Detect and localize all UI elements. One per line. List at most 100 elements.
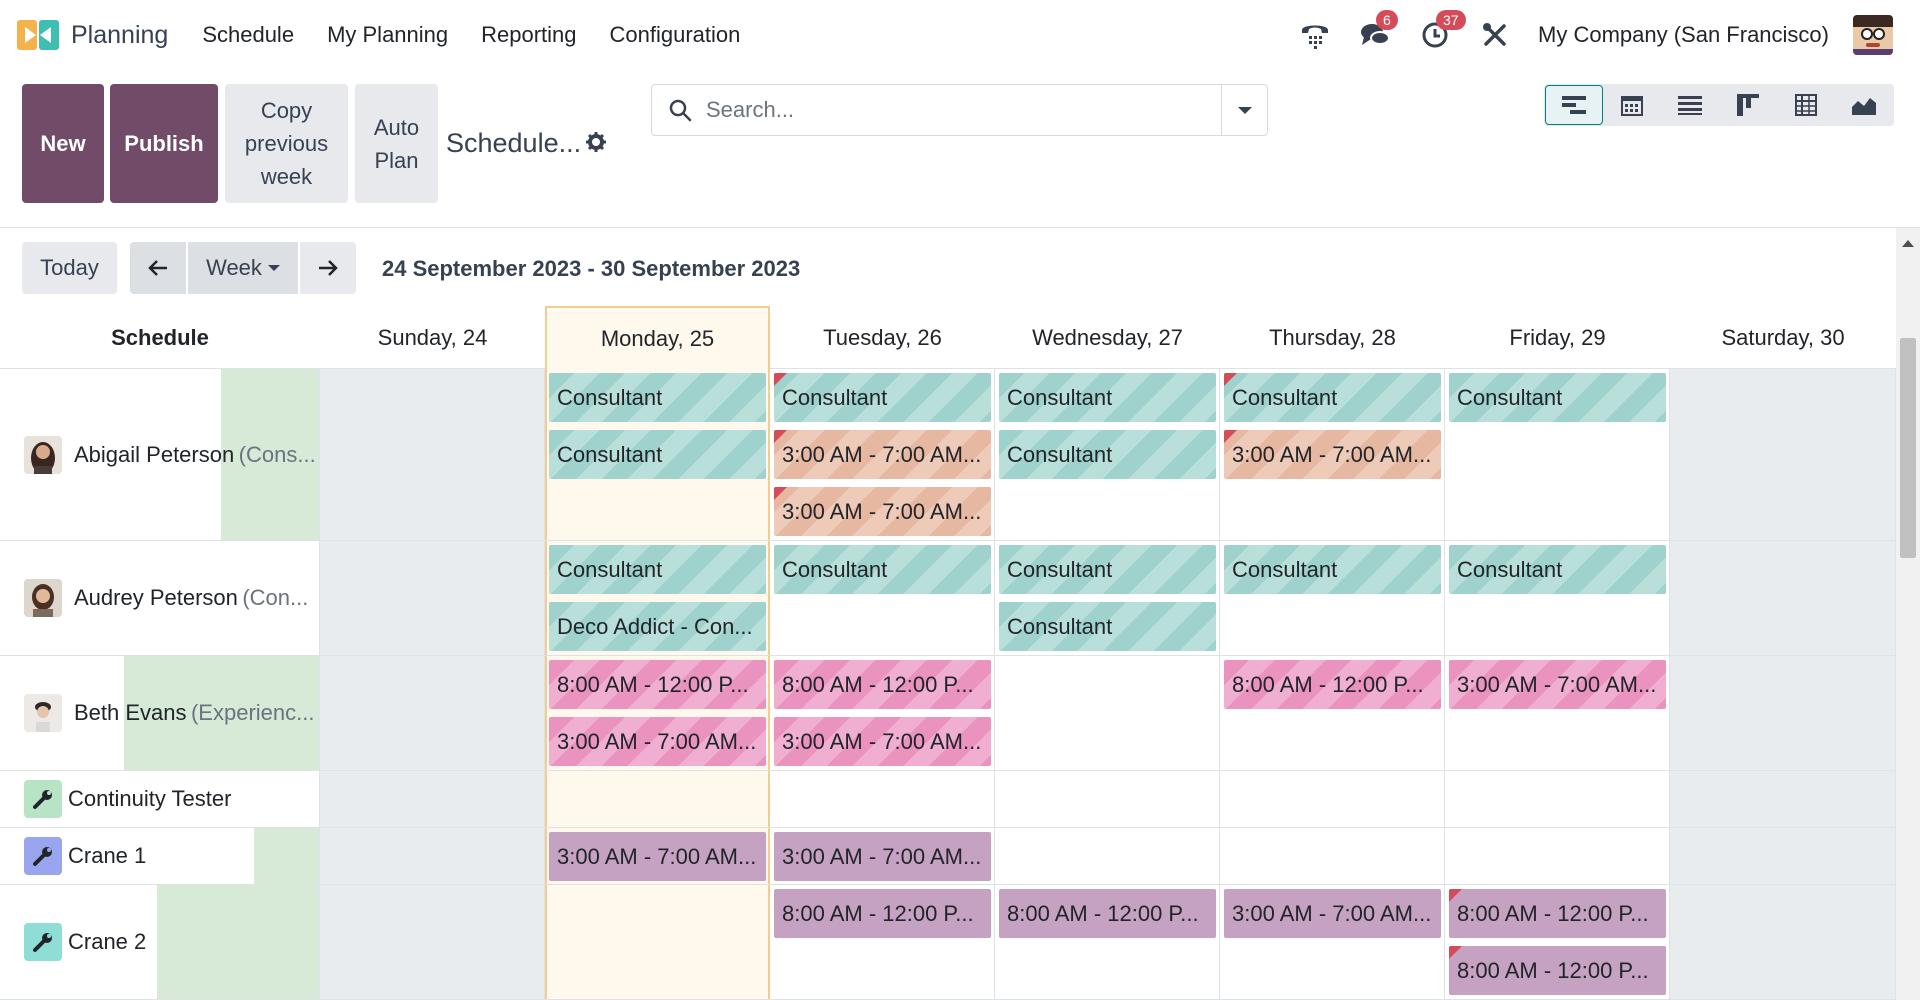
cell-wednesday[interactable] [995,656,1220,770]
shift-pill[interactable]: 8:00 AM - 12:00 P... [1449,889,1666,938]
cell-saturday[interactable] [1670,656,1896,770]
publish-button[interactable]: Publish [110,84,218,203]
shift-pill[interactable]: 3:00 AM - 7:00 AM... [1224,889,1441,938]
planning-app-icon [17,18,59,52]
cell-wednesday[interactable] [995,771,1220,827]
breadcrumb[interactable]: Schedule... [446,128,581,159]
scroll-up-arrow-icon[interactable] [1902,240,1914,247]
shift-pill[interactable]: 8:00 AM - 12:00 P... [774,889,991,938]
gantt-view-button[interactable] [1545,85,1603,125]
menu-schedule[interactable]: Schedule [202,22,294,48]
wrench-icon [24,837,62,875]
shift-pill[interactable]: Consultant [999,602,1216,651]
shift-pill[interactable]: Consultant [1224,545,1441,594]
shift-pill[interactable]: Consultant [774,373,991,422]
cell-tuesday[interactable] [770,771,995,827]
shift-pill[interactable]: Consultant [549,373,766,422]
next-period-button[interactable] [300,242,356,294]
list-view-button[interactable] [1661,85,1719,125]
shift-pill[interactable]: Deco Addict - Con... [549,602,766,651]
shift-pill[interactable]: 3:00 AM - 7:00 AM... [549,832,766,881]
cell-thursday[interactable] [1220,771,1445,827]
shift-pill[interactable]: 8:00 AM - 12:00 P... [999,889,1216,938]
vertical-scrollbar[interactable] [1896,228,1920,1000]
activity-clock-icon[interactable]: 37 [1418,10,1466,52]
app-title: Planning [71,20,169,49]
row-header[interactable]: Continuity Tester [0,771,320,827]
shift-pill[interactable]: 8:00 AM - 12:00 P... [774,660,991,709]
shift-pill[interactable]: Consultant [999,545,1216,594]
shift-pill[interactable]: 3:00 AM - 7:00 AM... [774,430,991,479]
cell-sunday[interactable] [320,885,545,999]
cell-friday[interactable] [1445,828,1670,884]
shift-pill[interactable]: 3:00 AM - 7:00 AM... [1224,430,1441,479]
kanban-view-button[interactable] [1719,85,1777,125]
resource-name: Crane 2 [68,929,147,954]
cell-thursday[interactable] [1220,828,1445,884]
shift-pill[interactable]: Consultant [1224,373,1441,422]
scale-dropdown[interactable]: Week [188,242,298,294]
row-header[interactable]: Crane 1 [0,828,320,884]
pivot-view-button[interactable] [1777,85,1835,125]
graph-view-button[interactable] [1835,85,1893,125]
previous-period-button[interactable] [130,242,186,294]
shift-pill[interactable]: Consultant [549,545,766,594]
phone-icon[interactable] [1298,18,1332,52]
menu-my-planning[interactable]: My Planning [327,22,448,48]
shift-pill[interactable]: Consultant [549,430,766,479]
cell-monday[interactable] [545,885,770,999]
cell-sunday[interactable] [320,771,545,827]
user-avatar[interactable] [1853,15,1893,55]
row-header[interactable]: Audrey Peterson (Con... [0,541,320,655]
cell-saturday[interactable] [1670,369,1896,540]
shift-pill[interactable]: 3:00 AM - 7:00 AM... [774,717,991,766]
tools-icon[interactable] [1478,18,1512,52]
shift-pill[interactable]: Consultant [999,430,1216,479]
gantt-row-beth-evans: Beth Evans (Experienc... 8:00 AM - 12:00… [0,656,1896,771]
copy-previous-week-button[interactable]: Copy previous week [225,84,348,203]
today-button[interactable]: Today [22,242,117,294]
menu-configuration[interactable]: Configuration [610,22,741,48]
cell-saturday[interactable] [1670,541,1896,655]
kanban-icon [1737,94,1759,116]
day-header-thursday: Thursday, 28 [1269,324,1396,350]
cell-saturday[interactable] [1670,885,1896,999]
app-brand[interactable]: Planning [17,18,168,52]
cell-friday[interactable] [1445,771,1670,827]
shift-pill[interactable]: Consultant [774,545,991,594]
cell-monday[interactable] [545,771,770,827]
shift-pill[interactable]: 3:00 AM - 7:00 AM... [774,832,991,881]
shift-pill[interactable]: Consultant [1449,545,1666,594]
cell-saturday[interactable] [1670,828,1896,884]
calendar-view-button[interactable] [1603,85,1661,125]
cell-saturday[interactable] [1670,771,1896,827]
shift-pill[interactable]: 3:00 AM - 7:00 AM... [549,717,766,766]
cell-sunday[interactable] [320,828,545,884]
gear-icon[interactable] [586,132,606,157]
row-header[interactable]: Beth Evans (Experienc... [0,656,320,770]
shift-pill[interactable]: 3:00 AM - 7:00 AM... [1449,660,1666,709]
copy-label-line2: previous [244,131,329,156]
cell-sunday[interactable] [320,541,545,655]
cell-wednesday[interactable] [995,828,1220,884]
shift-pill[interactable]: Consultant [999,373,1216,422]
shift-pill[interactable]: 8:00 AM - 12:00 P... [1224,660,1441,709]
search-options-toggle[interactable] [1221,85,1267,135]
new-button[interactable]: New [22,84,104,203]
shift-pill[interactable]: 8:00 AM - 12:00 P... [1449,946,1666,995]
shift-pill[interactable]: 3:00 AM - 7:00 AM... [774,487,991,536]
pivot-icon [1795,94,1817,116]
company-switcher[interactable]: My Company (San Francisco) [1538,22,1829,48]
scrollbar-thumb[interactable] [1900,338,1916,558]
row-header[interactable]: Crane 2 [0,885,320,999]
cell-sunday[interactable] [320,656,545,770]
menu-reporting[interactable]: Reporting [481,22,576,48]
cell-sunday[interactable] [320,369,545,540]
search-input[interactable] [706,97,1206,123]
gantt-row-continuity-tester: Continuity Tester [0,771,1896,828]
messages-icon[interactable]: 6 [1358,10,1398,52]
shift-pill[interactable]: 8:00 AM - 12:00 P... [549,660,766,709]
auto-plan-button[interactable]: Auto Plan [355,84,438,203]
row-header[interactable]: Abigail Peterson (Cons... [0,369,320,540]
shift-pill[interactable]: Consultant [1449,373,1666,422]
